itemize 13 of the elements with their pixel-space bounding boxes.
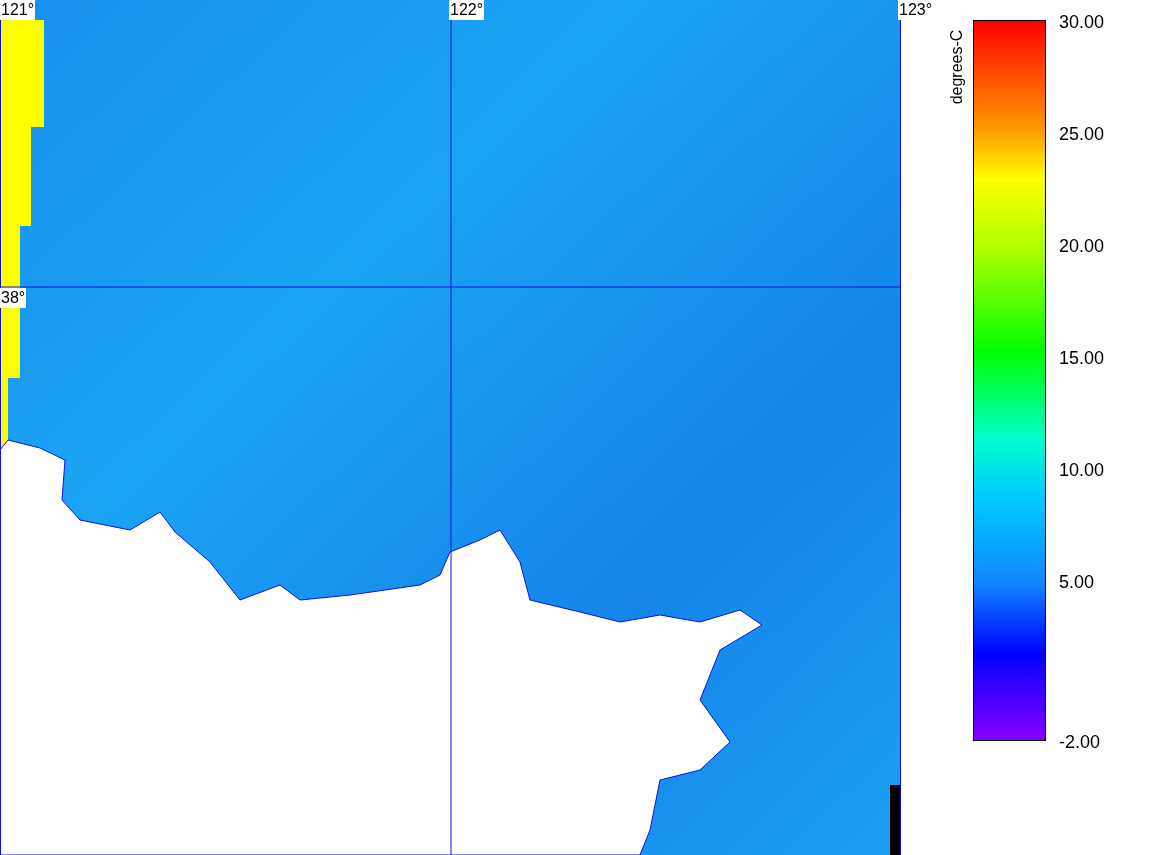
scale-value: -2.00	[1059, 732, 1102, 752]
latitude-label: 38°	[0, 288, 27, 308]
longitude-label: 121°	[0, 0, 36, 20]
scale-value: 5.00	[1059, 572, 1096, 592]
scale-value: 20.00	[1059, 236, 1105, 256]
no-data-corner	[890, 785, 901, 855]
longitude-label: 123°	[898, 0, 934, 20]
scale-value: 15.00	[1059, 348, 1105, 368]
longitude-label: 122°	[449, 0, 485, 20]
scale-value: 25.00	[1059, 124, 1105, 144]
scale-value: 30.00	[1059, 12, 1105, 32]
legend-title: degrees-C	[947, 29, 966, 105]
scale-value: 10.00	[1059, 460, 1105, 480]
